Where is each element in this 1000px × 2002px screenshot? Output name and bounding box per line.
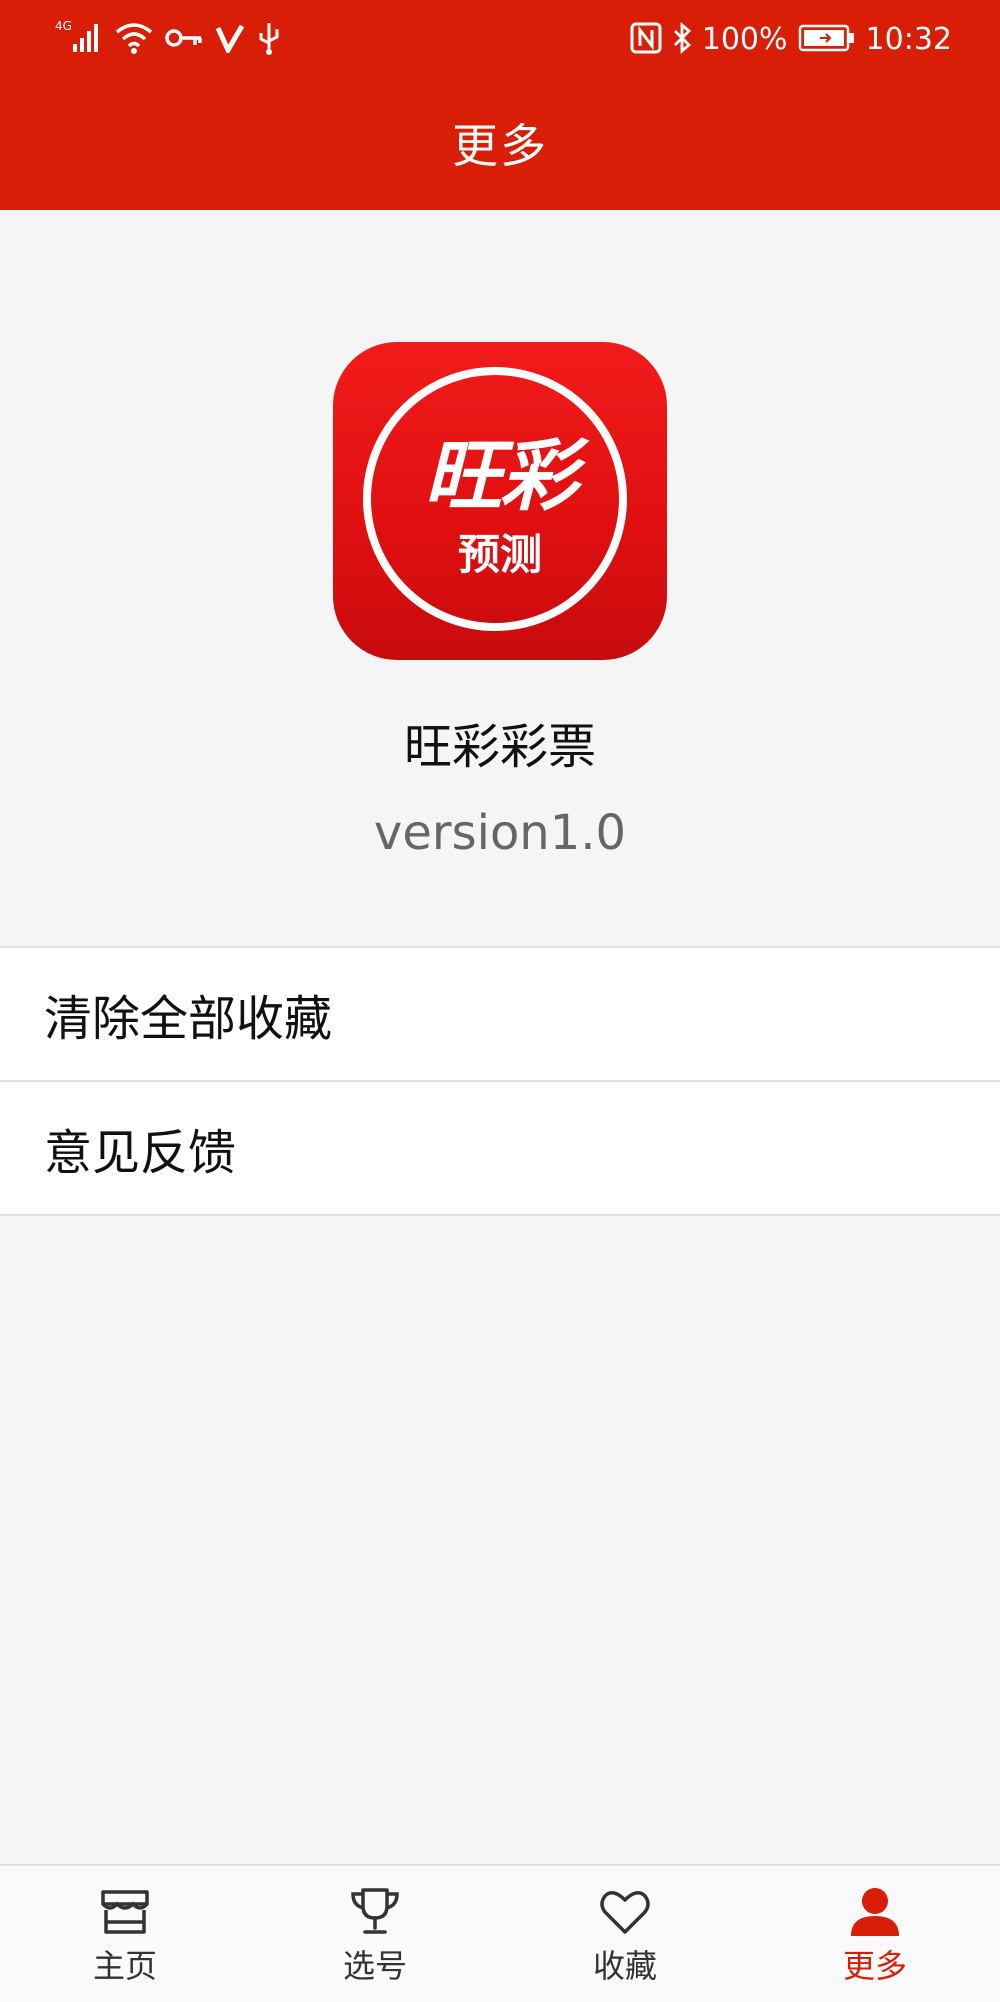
signal-icon: 4G xyxy=(55,18,103,62)
clear-all-favorites-item[interactable]: 清除全部收藏 xyxy=(0,948,1000,1082)
top-bar: 4G 100% 10:32 更多 xyxy=(0,0,1000,210)
app-logo-text-bottom: 预测 xyxy=(457,530,542,579)
nav-favorites-label: 收藏 xyxy=(592,1947,657,1985)
wifi-icon xyxy=(115,21,153,59)
page-title: 更多 xyxy=(452,119,548,173)
nav-home-label: 主页 xyxy=(92,1947,157,1985)
nav-pick-numbers-label: 选号 xyxy=(342,1947,407,1985)
nav-favorites[interactable]: 收藏 xyxy=(500,1866,750,2002)
trophy-icon xyxy=(347,1884,403,1940)
app-logo-text-top: 旺彩 xyxy=(423,432,578,522)
bottom-nav: 主页 选号 收藏 更多 xyxy=(0,1864,1000,2002)
svg-text:4G: 4G xyxy=(55,19,72,33)
nfc-icon xyxy=(630,22,662,58)
nav-more[interactable]: 更多 xyxy=(750,1866,1000,2002)
app-logo: 旺彩 预测 xyxy=(333,342,667,660)
app-version: version1.0 xyxy=(373,805,627,861)
nav-pick-numbers[interactable]: 选号 xyxy=(250,1866,500,2002)
app-name: 旺彩彩票 xyxy=(403,719,596,775)
key-icon xyxy=(165,26,203,54)
status-bar: 4G 100% 10:32 xyxy=(0,0,1000,80)
status-bar-right: 100% 10:32 xyxy=(630,18,952,62)
battery-icon xyxy=(798,23,856,57)
heart-icon xyxy=(597,1884,653,1940)
person-icon xyxy=(847,1884,903,1940)
battery-percent: 100% xyxy=(701,22,788,57)
v-icon xyxy=(215,23,245,57)
shop-icon xyxy=(97,1884,153,1940)
status-bar-left: 4G xyxy=(55,18,281,62)
nav-home[interactable]: 主页 xyxy=(0,1866,250,2002)
usb-icon xyxy=(257,21,281,59)
bluetooth-icon xyxy=(672,21,692,58)
feedback-item[interactable]: 意见反馈 xyxy=(0,1082,1000,1216)
settings-menu: 清除全部收藏 意见反馈 xyxy=(0,946,1000,1216)
nav-more-label: 更多 xyxy=(842,1947,907,1985)
clock: 10:32 xyxy=(865,22,952,57)
